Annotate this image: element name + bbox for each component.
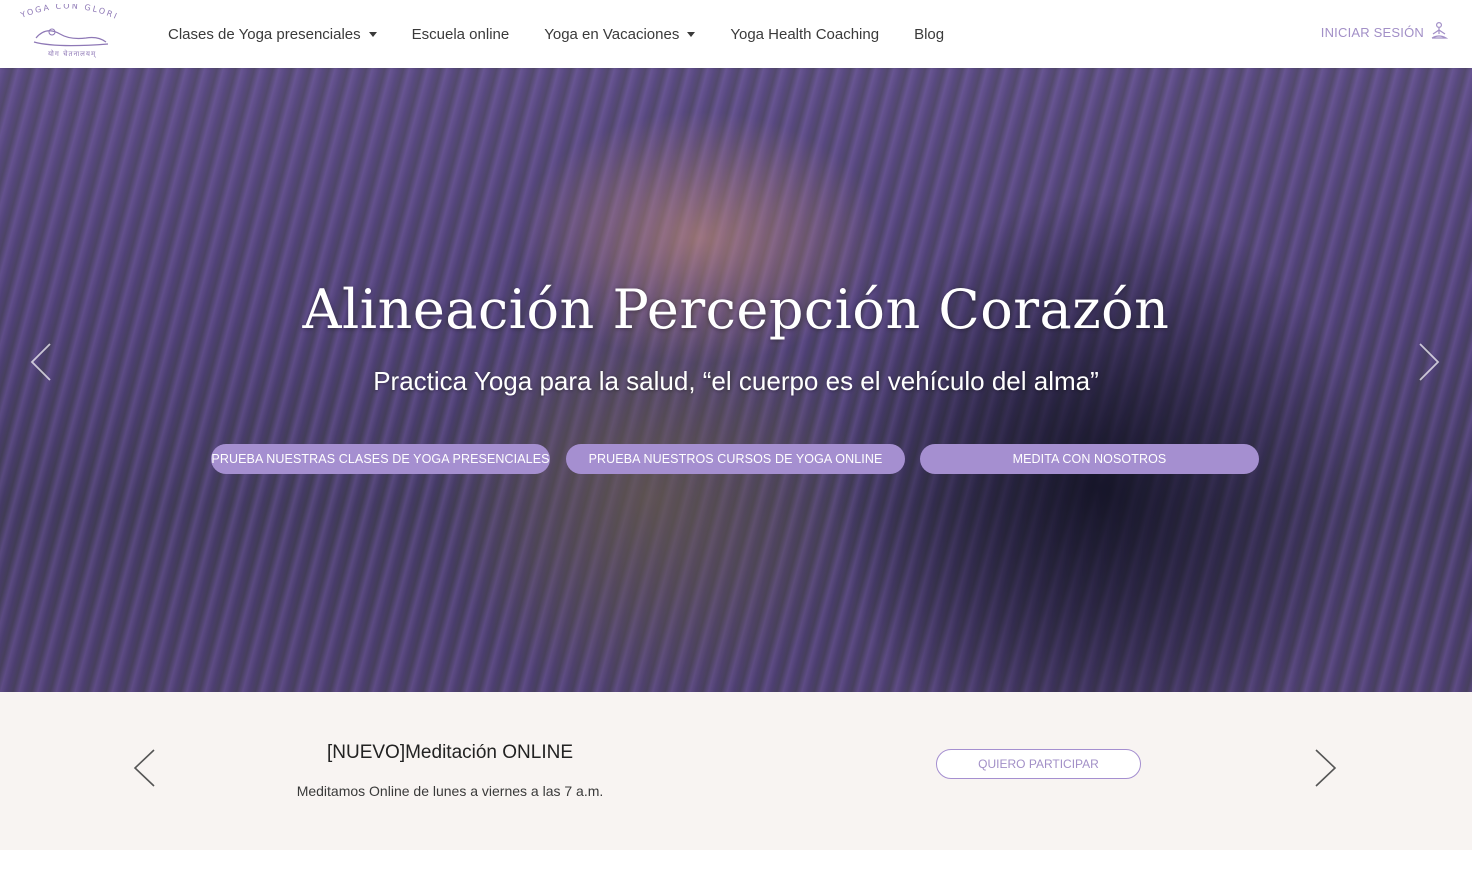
caret-down-icon: [368, 31, 377, 37]
nav-item-label: Blog: [914, 25, 945, 43]
nav-item-health-coaching[interactable]: Yoga Health Coaching: [730, 26, 879, 43]
nav-item-label: Yoga en Vacaciones: [544, 25, 680, 43]
cta-medita-button[interactable]: MEDITA CON NOSOTROS: [920, 444, 1259, 474]
nav-item-label: Escuela online: [411, 25, 510, 43]
chevron-right-icon: [1419, 343, 1440, 381]
hero-prev-button[interactable]: [26, 340, 56, 384]
main-nav: Clases de Yoga presenciales Escuela onli…: [168, 0, 979, 68]
nav-item-blog[interactable]: Blog: [914, 26, 944, 43]
site-header: YOGA CON GLORIA योग चेतनालयम् Clases de …: [0, 0, 1472, 68]
nav-item-escuela-online[interactable]: Escuela online: [412, 26, 510, 43]
announcement-text: Meditamos Online de lunes a viernes a la…: [296, 783, 604, 799]
hero-next-button[interactable]: [1414, 340, 1444, 384]
nav-item-label: Clases de Yoga presenciales: [168, 25, 361, 43]
logo-arc-text: YOGA CON GLORIA: [12, 0, 118, 21]
hero-title: Alineación Percepción Corazón: [302, 278, 1170, 341]
svg-text:YOGA CON GLORIA: YOGA CON GLORIA: [16, 4, 120, 21]
login-label: INICIAR SESIÓN: [1320, 24, 1424, 40]
hero-subtitle: Practica Yoga para la salud, “el cuerpo …: [373, 366, 1099, 396]
quiero-participar-button[interactable]: QUIERO PARTICIPAR: [936, 749, 1141, 779]
cta-clases-presenciales-button[interactable]: PRUEBA NUESTRAS CLASES DE YOGA PRESENCIA…: [211, 444, 550, 474]
announcement-prev-button[interactable]: [130, 746, 160, 790]
announcement-slider: [NUEVO]Meditación ONLINE Meditamos Onlin…: [0, 692, 1472, 850]
announcement-title: [NUEVO]Meditación ONLINE: [326, 742, 574, 763]
nav-item-label: Yoga Health Coaching: [730, 25, 880, 43]
chevron-left-icon: [30, 343, 51, 381]
login-link[interactable]: INICIAR SESIÓN: [1321, 22, 1448, 42]
caret-down-icon: [687, 31, 696, 37]
site-logo[interactable]: YOGA CON GLORIA योग चेतनालयम्: [12, 0, 124, 62]
nav-item-yoga-vacaciones[interactable]: Yoga en Vacaciones: [544, 25, 696, 43]
nav-item-clases-presenciales[interactable]: Clases de Yoga presenciales: [168, 26, 377, 43]
hero-slider: Alineación Percepción Corazón Practica Y…: [0, 68, 1472, 692]
chevron-left-icon: [133, 749, 155, 787]
announcement-next-button[interactable]: [1310, 746, 1340, 790]
meditation-person-icon: [1431, 22, 1448, 39]
cta-cursos-online-button[interactable]: PRUEBA NUESTROS CURSOS DE YOGA ONLINE: [566, 444, 905, 474]
chevron-right-icon: [1315, 749, 1337, 787]
logo-subtitle: योग चेतनालयम्: [48, 50, 97, 58]
